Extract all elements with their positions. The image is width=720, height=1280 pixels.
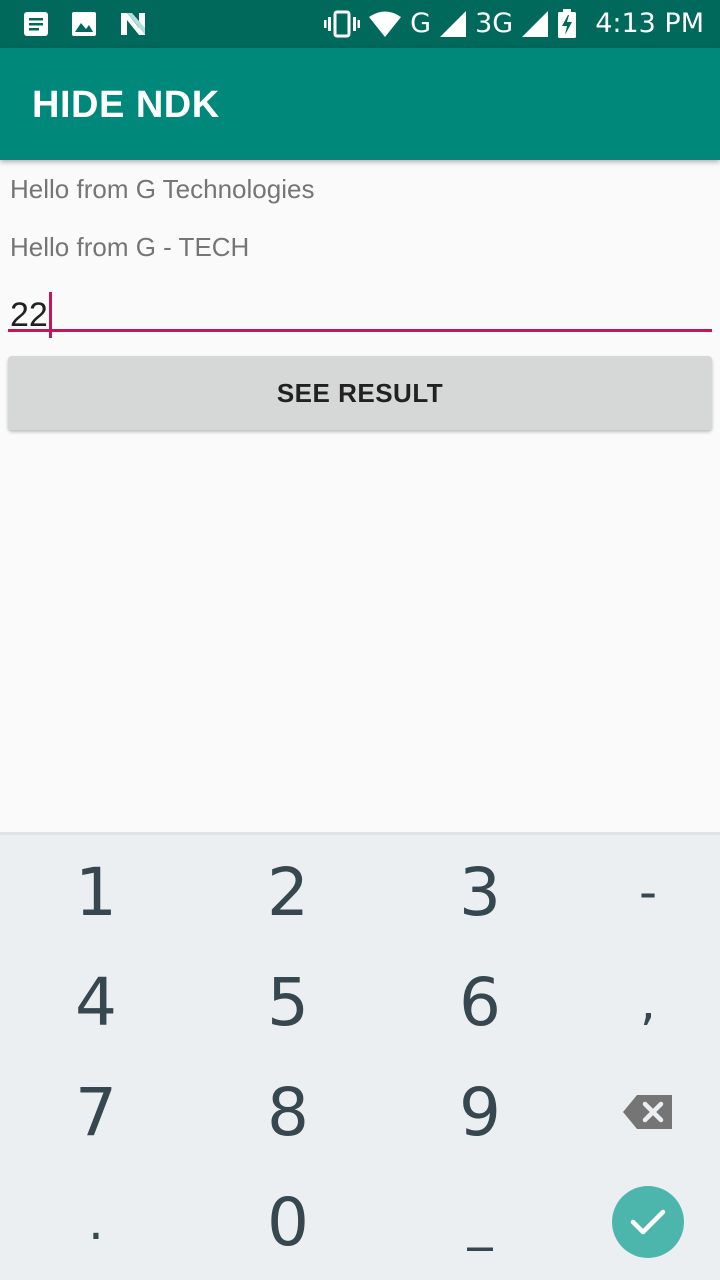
key-minus[interactable]: -	[558, 837, 720, 947]
key-done[interactable]	[558, 1167, 720, 1277]
number-input[interactable]: 22	[8, 286, 712, 338]
text-cursor	[48, 292, 52, 338]
vibrate-icon	[324, 10, 361, 38]
key-7[interactable]: 7	[6, 1057, 186, 1167]
status-bar: G 3G 4:13 PM	[0, 0, 720, 48]
number-input-value[interactable]: 22	[10, 296, 48, 335]
app-bar: HIDE NDK	[0, 48, 720, 160]
network-type-2: 3G	[475, 8, 514, 39]
key-9[interactable]: 9	[390, 1057, 570, 1167]
done-button[interactable]	[612, 1186, 684, 1258]
key-8[interactable]: 8	[198, 1057, 378, 1167]
check-icon	[630, 1209, 666, 1235]
see-result-button[interactable]: SEE RESULT	[8, 356, 712, 430]
numeric-keyboard: 1 2 3 - 4 5 6 , 7 8 9 . 0 _	[0, 832, 720, 1280]
network-type-1: G	[410, 8, 432, 39]
clock: 4:13 PM	[595, 8, 704, 39]
status-bar-system: G 3G 4:13 PM	[324, 8, 704, 40]
status-bar-notifications	[22, 10, 148, 38]
key-4[interactable]: 4	[6, 947, 186, 1057]
key-0[interactable]: 0	[198, 1167, 378, 1277]
signal-icon-2	[522, 11, 549, 37]
battery-icon	[558, 9, 577, 38]
n-logo-icon	[121, 13, 145, 35]
key-3[interactable]: 3	[390, 837, 570, 947]
image-icon	[72, 12, 96, 36]
key-period[interactable]: .	[6, 1167, 186, 1277]
greeting-text-2: Hello from G - TECH	[10, 232, 250, 262]
key-5[interactable]: 5	[198, 947, 378, 1057]
key-comma[interactable]: ,	[558, 947, 720, 1057]
signal-icon	[440, 11, 467, 37]
app-title: HIDE NDK	[32, 84, 220, 126]
key-2[interactable]: 2	[198, 837, 378, 947]
key-1[interactable]: 1	[6, 837, 186, 947]
number-input-content[interactable]: 22	[10, 292, 52, 338]
key-6[interactable]: 6	[390, 947, 570, 1057]
wifi-icon	[369, 11, 402, 37]
message-icon	[24, 12, 48, 36]
key-backspace[interactable]	[558, 1057, 720, 1167]
key-space[interactable]: _	[390, 1167, 570, 1277]
greeting-text-1: Hello from G Technologies	[10, 174, 315, 204]
backspace-icon	[623, 1095, 672, 1129]
